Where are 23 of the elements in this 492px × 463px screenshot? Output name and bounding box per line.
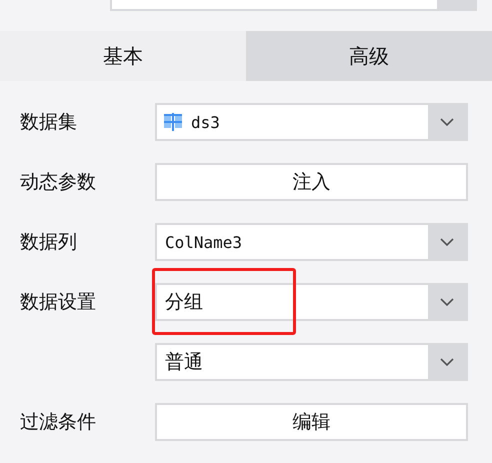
field-label: 数据集: [20, 111, 77, 133]
dropdown-field[interactable]: ds3: [155, 103, 468, 141]
dropdown-field[interactable]: 普通: [155, 343, 468, 381]
dropdown-field[interactable]: ColName3: [155, 223, 468, 261]
table-icon: [163, 112, 183, 132]
chevron-down-icon: [440, 298, 454, 306]
selected-value: 分组: [165, 290, 203, 315]
field-label: 数据设置: [20, 291, 96, 313]
dropdown-field[interactable]: 分组: [155, 283, 468, 321]
selected-value: ds3: [191, 112, 220, 132]
action-button[interactable]: 注入: [155, 163, 468, 201]
action-button[interactable]: 编辑: [155, 403, 468, 441]
cut-off-field[interactable]: [110, 0, 477, 11]
chevron-down-icon: [440, 358, 454, 366]
chevron-down-icon: [440, 118, 454, 126]
selected-value: ColName3: [165, 232, 242, 252]
field-label: 过滤条件: [20, 411, 96, 433]
selected-value: 普通: [165, 350, 203, 375]
chevron-down-icon: [440, 238, 454, 246]
field-label: 动态参数: [20, 171, 96, 193]
tab[interactable]: 高级: [246, 31, 492, 81]
tab[interactable]: 基本: [0, 31, 246, 81]
field-label: 数据列: [20, 231, 77, 253]
